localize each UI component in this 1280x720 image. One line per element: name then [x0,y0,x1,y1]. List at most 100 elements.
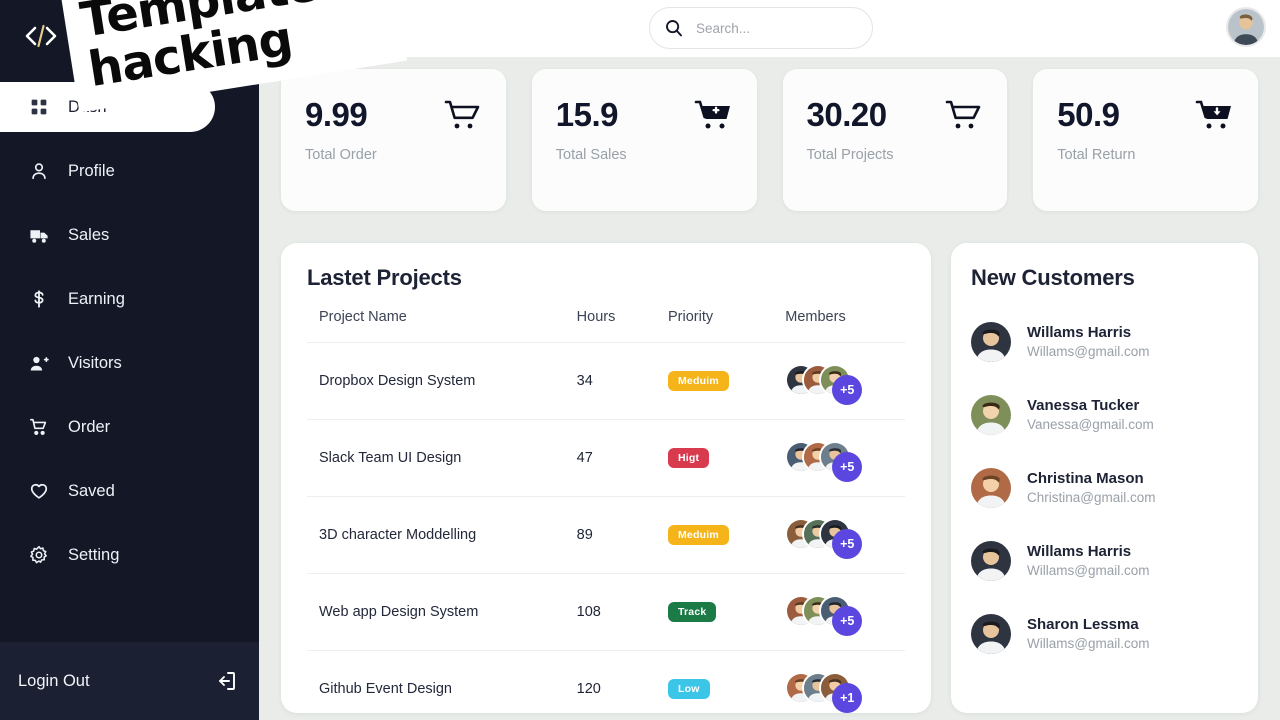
column-header-priority: Priority [667,309,714,325]
project-priority-cell: Meduim [667,497,785,574]
stat-value: 9.99 [305,96,368,133]
sidebar-item-label: Setting [68,545,120,564]
sidebar-item-label: Order [68,417,111,436]
heart-icon [28,480,50,502]
project-hours-cell: 34 [576,373,593,389]
logout-button[interactable]: Login Out [0,642,259,720]
customer-name: Willams Harris [1027,543,1132,560]
list-item[interactable]: Sharon Lessma Willams@gmail.com [971,597,1238,670]
search-icon [666,20,682,37]
member-count-badge: +5 [832,375,863,405]
stats-row: 9.99 Total Order 15.9 Total Sales 30.20 … [281,69,1258,211]
sidebar-item-label: Profile [68,161,115,180]
member-avatar-stack[interactable]: +5 [785,518,881,559]
sidebar-item-sales[interactable]: Sales [0,210,259,260]
member-avatar-stack[interactable]: +5 [785,364,881,405]
project-name-cell: Web app Design System [319,604,479,620]
sidebar-item-label: Visitors [68,353,122,372]
avatar-image [1228,9,1264,45]
list-item[interactable]: Willams Harris Willams@gmail.com [971,524,1238,597]
table-row[interactable]: Github Event Design 120 Low +1 [307,650,905,720]
project-name-cell: 3D character Moddelling [319,527,477,543]
customer-name: Sharon Lessma [1027,616,1139,633]
project-members-cell: +5 [785,574,905,651]
sidebar-item-saved[interactable]: Saved [0,466,259,516]
truck-icon [28,224,50,246]
table-row[interactable]: Web app Design System 108 Track +5 [307,573,905,651]
project-hours-cell: 89 [576,527,593,543]
column-header-members: Members [785,309,846,325]
sidebar-item-label: Sales [68,225,110,244]
sidebar-item-setting[interactable]: Setting [0,530,259,580]
stat-card-total-projects[interactable]: 30.20 Total Projects [782,69,1008,211]
table-row[interactable]: 3D character Moddelling 89 Meduim +5 [307,496,905,574]
project-name-cell: Dropbox Design System [319,373,476,389]
member-avatar-stack[interactable]: +5 [785,595,881,636]
list-item[interactable]: Christina Mason Christina@gmail.com [971,451,1238,524]
sidebar-item-label: Earning [68,289,125,308]
avatar [971,540,1011,581]
project-priority-cell: Low [667,651,785,720]
table-row[interactable]: Dropbox Design System 34 Meduim +5 [307,342,905,420]
column-header-hours: Hours [576,309,616,325]
status-badge: Meduim [667,371,729,391]
sidebar-item-visitors[interactable]: Visitors [0,338,259,388]
cart-download-icon [1195,100,1231,129]
search-bar[interactable] [649,7,873,49]
code-brackets-icon [25,24,57,48]
project-name-cell: Github Event Design [319,681,452,697]
stat-card-total-order[interactable]: 9.99 Total Order [281,69,506,211]
dollar-icon [28,288,50,310]
projects-panel: Lastet Projects Project Name Hours Prior… [281,243,931,713]
status-badge: Low [667,679,710,699]
sidebar-item-earning[interactable]: Earning [0,274,259,324]
list-item[interactable]: Vanessa Tucker Vanessa@gmail.com [971,378,1238,451]
brand-logo [0,0,259,72]
logout-label: Login Out [18,671,90,690]
member-avatar-stack[interactable]: +5 [785,441,881,482]
status-badge: Track [667,602,717,622]
stat-label: Total Projects [806,147,894,163]
stat-value: 15.9 [555,96,619,133]
customer-email: Willams@gmail.com [1027,344,1150,359]
search-input[interactable] [696,20,858,36]
table-row[interactable]: Slack Team UI Design 47 Higt +5 [307,419,905,497]
member-count-badge: +5 [832,529,863,559]
project-hours-cell: 108 [576,604,601,620]
status-badge: Meduim [667,525,729,545]
stat-value: 30.20 [806,96,888,133]
project-hours-cell: 120 [576,681,601,697]
customer-email: Willams@gmail.com [1027,563,1150,578]
column-header-project-name: Project Name [319,309,407,325]
project-members-cell: +5 [785,497,905,574]
project-hours-cell: 47 [576,450,593,466]
project-priority-cell: Track [667,574,785,651]
projects-table: Project Name Hours Priority Members Drop… [307,309,905,720]
list-item[interactable]: Willams Harris Willams@gmail.com [971,305,1238,378]
logout-icon [219,672,235,690]
sidebar-item-label: Dash [68,97,107,116]
hamburger-icon[interactable] [285,19,309,39]
stat-card-total-return[interactable]: 50.9 Total Return [1033,69,1258,211]
customer-name: Christina Mason [1027,470,1144,487]
member-avatar-stack[interactable]: +1 [785,672,881,713]
member-count-badge: +1 [832,683,863,713]
sidebar: Dash Profile Sales Earning Visitors Orde… [0,0,259,720]
stat-label: Total Order [305,147,377,163]
sidebar-item-dashboard[interactable]: Dash [0,82,215,132]
project-members-cell: +5 [785,420,905,497]
sidebar-item-order[interactable]: Order [0,402,259,452]
cart-icon [945,100,981,129]
sidebar-item-profile[interactable]: Profile [0,146,259,196]
avatar [971,394,1011,435]
project-members-cell: +5 [785,343,905,420]
sidebar-nav: Dash Profile Sales Earning Visitors Orde… [0,72,259,642]
grid-icon [28,96,50,118]
stat-label: Total Sales [555,147,627,163]
avatar [971,467,1011,508]
user-avatar[interactable] [1226,7,1266,47]
member-count-badge: +5 [832,452,863,482]
lower-row: Lastet Projects Project Name Hours Prior… [281,243,1258,713]
stat-card-total-sales[interactable]: 15.9 Total Sales [531,69,757,211]
status-badge: Higt [667,448,710,468]
